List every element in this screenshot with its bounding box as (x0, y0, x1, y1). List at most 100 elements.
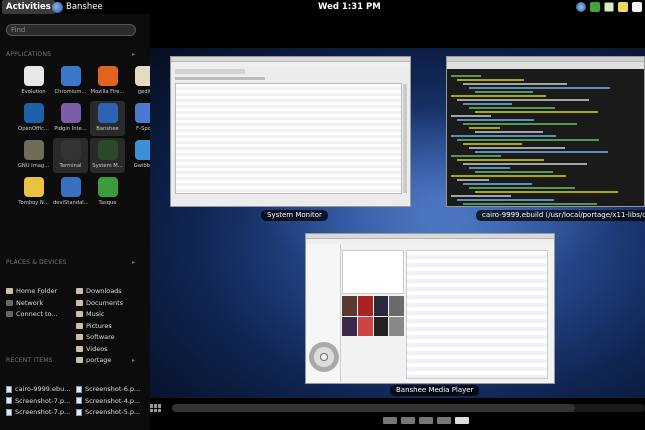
system-monitor-window[interactable] (170, 56, 411, 207)
app-launcher[interactable]: Mozilla Fire... (90, 64, 125, 99)
pidgin-icon (60, 103, 81, 123)
connect-icon (6, 311, 13, 318)
app-launcher[interactable]: Pidgin Inte... (53, 101, 88, 136)
terminal-icon (60, 140, 81, 160)
place-item[interactable]: Network (6, 298, 76, 309)
window-caption: cairo-9999.ebuild (/usr/local/portage/x1… (476, 210, 645, 221)
top-panel: Activities Banshee Wed 1:31 PM (0, 0, 645, 14)
album-covers (342, 296, 404, 336)
app-launcher[interactable]: Banshee (90, 101, 125, 136)
app-launcher[interactable]: Tasque (90, 175, 125, 210)
gedit-window[interactable] (446, 56, 645, 207)
app-launcher[interactable]: Tomboy N... (16, 175, 51, 210)
code-line (457, 199, 554, 201)
place-item[interactable]: Documents (76, 298, 146, 309)
checkmark-icon[interactable] (590, 2, 600, 12)
system-monitor-icon[interactable] (604, 2, 614, 12)
show-apps-grid-icon[interactable] (150, 404, 161, 412)
recent-label: Screenshot-7.p... (15, 408, 71, 417)
app-label: Tomboy N... (18, 200, 49, 206)
scrollbar-thumb[interactable] (172, 404, 575, 412)
activities-button[interactable]: Activities (2, 0, 55, 14)
code-line (475, 171, 553, 173)
recent-label: Screenshot-5.p... (85, 408, 141, 417)
app-launcher[interactable]: Evolution (16, 64, 51, 99)
place-item[interactable]: Music (76, 309, 146, 320)
place-item[interactable]: portage (76, 355, 146, 366)
code-line (463, 143, 522, 145)
tasque-icon (97, 177, 118, 197)
recent-label: Screenshot-4.p... (85, 396, 141, 405)
recent-item[interactable]: Screenshot-5.p... (76, 407, 146, 418)
recent-item[interactable]: Screenshot-7.p... (6, 407, 76, 418)
banshee-tray-icon[interactable] (576, 2, 586, 12)
chevron-right-icon[interactable]: ▸ (132, 259, 135, 266)
warning-icon[interactable] (632, 2, 642, 12)
code-line (451, 115, 491, 117)
place-label: Home Folder (16, 287, 58, 296)
clock[interactable]: Wed 1:31 PM (318, 0, 381, 14)
code-line (475, 91, 533, 93)
code-line (457, 99, 589, 101)
music-folder-icon (76, 311, 83, 318)
app-label: OpenOffic... (18, 126, 49, 132)
code-line (451, 135, 556, 137)
workspace-indicators (383, 417, 469, 424)
app-launcher[interactable]: System M... (90, 138, 125, 173)
places-list: Home Folder Downloads Network Documents Conn… (6, 286, 146, 366)
portage-folder-icon (76, 357, 83, 364)
image-file-icon (6, 408, 12, 416)
code-line (457, 139, 599, 141)
app-label: Banshee (96, 126, 119, 132)
place-item[interactable]: Videos (76, 344, 146, 355)
banshee-icon (97, 103, 118, 123)
banshee-window[interactable] (305, 233, 555, 384)
recent-item[interactable]: cairo-9999.ebu... (6, 384, 76, 395)
chromium-icon (60, 66, 81, 86)
workspace-scrollbar[interactable] (172, 404, 645, 412)
chevron-right-icon[interactable]: ▸ (132, 357, 135, 364)
workspace-indicator[interactable] (401, 417, 415, 424)
place-item[interactable]: Downloads (76, 286, 146, 297)
app-menu[interactable]: Banshee (52, 0, 103, 14)
place-label: Downloads (86, 287, 122, 296)
process-table (175, 83, 407, 194)
tomboy-icon (23, 177, 44, 197)
app-label: GNU Imag... (17, 163, 50, 169)
workspace-indicator[interactable] (437, 417, 451, 424)
place-item[interactable]: Home Folder (6, 286, 76, 297)
app-launcher[interactable]: Terminal (53, 138, 88, 173)
code-line (463, 83, 567, 85)
places-heading: PLACES & DEVICES (6, 259, 67, 266)
code-line (475, 131, 543, 133)
place-item[interactable]: Connect to... (6, 309, 76, 320)
recent-item[interactable]: Screenshot-7.p... (6, 396, 76, 407)
software-folder-icon (76, 334, 83, 341)
recent-item[interactable]: Screenshot-4.p... (76, 396, 146, 407)
documents-folder-icon (76, 299, 83, 306)
text-file-icon (6, 385, 12, 393)
track-list (406, 250, 548, 379)
image-file-icon (76, 397, 82, 405)
notes-icon[interactable] (618, 2, 628, 12)
code-line (463, 163, 587, 165)
workspace-indicator[interactable] (383, 417, 397, 424)
app-launcher[interactable]: Chromium... (53, 64, 88, 99)
search-input[interactable]: Find (6, 24, 136, 36)
cd-icon (309, 342, 339, 372)
app-label: Mozilla Fire... (90, 89, 125, 95)
place-label: Documents (86, 298, 124, 307)
place-item[interactable]: Software (76, 332, 146, 343)
app-launcher[interactable]: OpenOffic... (16, 101, 51, 136)
workspace-indicator[interactable] (455, 417, 469, 424)
home-folder-icon (6, 288, 13, 295)
window-caption: System Monitor (261, 210, 328, 221)
app-launcher[interactable]: GNU Imag... (16, 138, 51, 173)
code-line (469, 147, 565, 149)
recent-item[interactable]: Screenshot-6.p... (76, 384, 146, 395)
code-line (463, 183, 532, 185)
chevron-right-icon[interactable]: ▸ (132, 51, 135, 58)
app-launcher[interactable]: deviStandal... (53, 175, 88, 210)
workspace-indicator[interactable] (419, 417, 433, 424)
place-item[interactable]: Pictures (76, 321, 146, 332)
